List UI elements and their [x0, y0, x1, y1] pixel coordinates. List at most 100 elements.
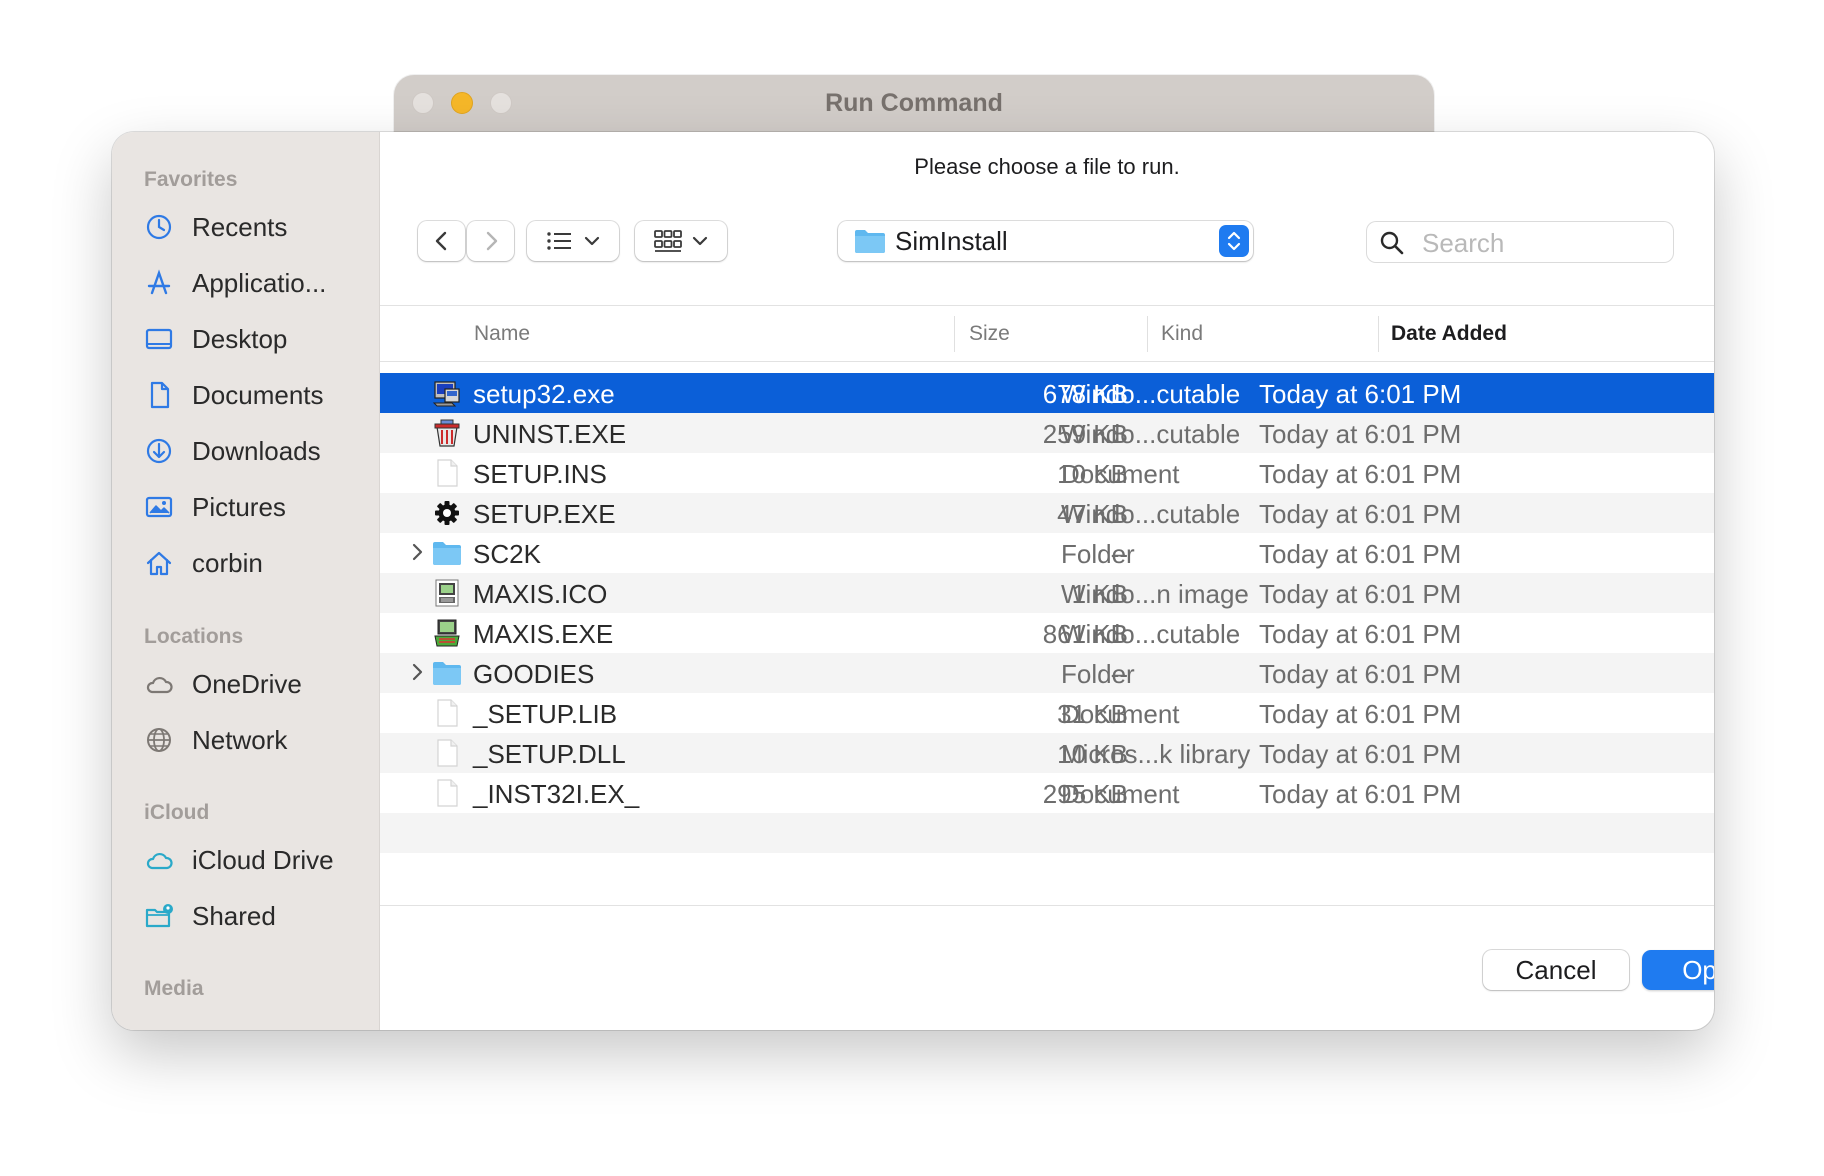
desktop-icon: [144, 324, 174, 354]
sidebar-item-documents[interactable]: Documents: [144, 375, 374, 415]
forward-button[interactable]: [467, 221, 514, 261]
sidebar-item-onedrive[interactable]: OneDrive: [144, 664, 374, 704]
column-separator[interactable]: [1378, 316, 1379, 352]
file-date: Today at 6:01 PM: [1259, 779, 1462, 809]
maxis-exe-icon: [434, 619, 460, 647]
file-kind: Document: [1061, 699, 1180, 729]
sidebar-heading-icloud: iCloud: [144, 801, 210, 824]
file-kind: Windo...cutable: [1061, 419, 1241, 449]
sidebar-item-applications[interactable]: Applicatio...: [144, 263, 374, 303]
file-row[interactable]: SC2K -- Folder Today at 6:01 PM: [380, 533, 1714, 573]
column-separator[interactable]: [954, 316, 955, 352]
sidebar-item-icloud-drive[interactable]: iCloud Drive: [144, 840, 374, 880]
clock-icon: [144, 212, 174, 242]
view-mode-button[interactable]: [527, 221, 619, 261]
chevron-left-icon: [435, 231, 446, 251]
chevron-right-icon: [486, 231, 497, 251]
file-browser: Please choose a file to run. SimInstall …: [380, 132, 1714, 1030]
open-button[interactable]: Open: [1642, 950, 1714, 990]
file-kind: Folder: [1061, 539, 1135, 569]
sidebar-item-label: Network: [192, 724, 288, 755]
column-separator[interactable]: [1147, 316, 1148, 352]
location-popup[interactable]: SimInstall: [838, 221, 1253, 261]
file-kind: Windo...cutable: [1061, 379, 1241, 409]
sidebar-item-home[interactable]: corbin: [144, 543, 374, 583]
file-name: SC2K: [473, 539, 541, 569]
file-date: Today at 6:01 PM: [1259, 699, 1462, 729]
pictures-icon: [144, 492, 174, 522]
search-input[interactable]: [1420, 226, 1664, 260]
sidebar-item-shared[interactable]: Shared: [144, 896, 374, 936]
file-date: Today at 6:01 PM: [1259, 539, 1462, 569]
file-name: SETUP.EXE: [473, 499, 616, 529]
file-date: Today at 6:01 PM: [1259, 459, 1462, 489]
sidebar-item-label: Applicatio...: [192, 267, 327, 298]
file-kind: Micros...k library: [1061, 739, 1251, 769]
file-kind: Windo...n image: [1061, 579, 1249, 609]
window-title: Run Command: [825, 89, 1003, 117]
file-name: UNINST.EXE: [473, 419, 627, 449]
sidebar-item-label: corbin: [192, 547, 263, 578]
sidebar-item-downloads[interactable]: Downloads: [144, 431, 374, 471]
file-row[interactable]: MAXIS.ICO 1 KB Windo...n image Today at …: [380, 573, 1714, 613]
sidebar-heading-media: Media: [144, 977, 204, 1000]
file-kind: Windo...cutable: [1061, 499, 1241, 529]
column-kind[interactable]: Kind: [1161, 322, 1203, 346]
file-row[interactable]: SETUP.INS 10 KB Document Today at 6:01 P…: [380, 453, 1714, 493]
download-icon: [144, 436, 174, 466]
file-name: MAXIS.EXE: [473, 619, 614, 649]
file-row[interactable]: MAXIS.EXE 861 KB Windo...cutable Today a…: [380, 613, 1714, 653]
group-by-button[interactable]: [635, 221, 727, 261]
file-name: MAXIS.ICO: [473, 579, 608, 609]
file-row[interactable]: _SETUP.DLL 10 KB Micros...k library Toda…: [380, 733, 1714, 773]
disclosure-triangle-icon[interactable]: [411, 542, 425, 562]
search-icon: [1380, 231, 1404, 255]
column-size[interactable]: Size: [969, 322, 1010, 346]
sidebar-item-desktop[interactable]: Desktop: [144, 319, 374, 359]
search-field[interactable]: [1367, 222, 1673, 262]
disclosure-triangle-icon[interactable]: [411, 662, 425, 682]
cancel-button[interactable]: Cancel: [1483, 950, 1629, 990]
list-view-icon: [547, 232, 571, 250]
file-row[interactable]: UNINST.EXE 259 KB Windo...cutable Today …: [380, 413, 1714, 453]
sidebar-item-label: Downloads: [192, 435, 321, 466]
divider: [380, 905, 1714, 906]
folder-icon: [855, 230, 885, 253]
sidebar-heading-favorites: Favorites: [144, 168, 238, 191]
blank-document-icon: [437, 779, 458, 807]
file-name: _SETUP.DLL: [473, 739, 626, 769]
column-name[interactable]: Name: [474, 322, 530, 346]
gear-icon: [435, 501, 459, 525]
globe-icon: [144, 725, 174, 755]
sidebar-item-label: Shared: [192, 900, 276, 931]
empty-row: [380, 813, 1714, 853]
cloud-icon: [144, 669, 174, 699]
sidebar-item-recents[interactable]: Recents: [144, 207, 374, 247]
dialog-prompt: Please choose a file to run.: [914, 154, 1180, 179]
group-grid-icon: [654, 230, 682, 252]
chevron-down-icon: [584, 236, 600, 246]
file-row[interactable]: setup32.exe 678 KB Windo...cutable Today…: [380, 373, 1714, 413]
sidebar-heading-locations: Locations: [144, 625, 244, 648]
sidebar-item-label: Documents: [192, 379, 324, 410]
back-button[interactable]: [418, 221, 465, 261]
file-row[interactable]: _SETUP.LIB 31 KB Document Today at 6:01 …: [380, 693, 1714, 733]
file-date: Today at 6:01 PM: [1259, 579, 1462, 609]
sidebar-item-label: OneDrive: [192, 668, 302, 699]
file-date: Today at 6:01 PM: [1259, 619, 1462, 649]
sidebar-item-network[interactable]: Network: [144, 720, 374, 760]
file-row[interactable]: GOODIES -- Folder Today at 6:01 PM: [380, 653, 1714, 693]
file-name: SETUP.INS: [473, 459, 607, 489]
file-date: Today at 6:01 PM: [1259, 419, 1462, 449]
sidebar-item-label: iCloud Drive: [192, 844, 334, 875]
empty-row: [380, 853, 1714, 893]
file-row[interactable]: SETUP.EXE 47 KB Windo...cutable Today at…: [380, 493, 1714, 533]
sidebar: Favorites Recents Applicatio... Desktop …: [112, 132, 380, 1030]
file-row[interactable]: _INST32I.EX_ 295 KB Document Today at 6:…: [380, 773, 1714, 813]
column-date-added[interactable]: Date Added: [1391, 322, 1507, 346]
blank-document-icon: [437, 739, 458, 767]
file-date: Today at 6:01 PM: [1259, 499, 1462, 529]
sidebar-item-pictures[interactable]: Pictures: [144, 487, 374, 527]
chevron-down-icon: [692, 236, 708, 246]
folder-icon: [433, 662, 461, 685]
